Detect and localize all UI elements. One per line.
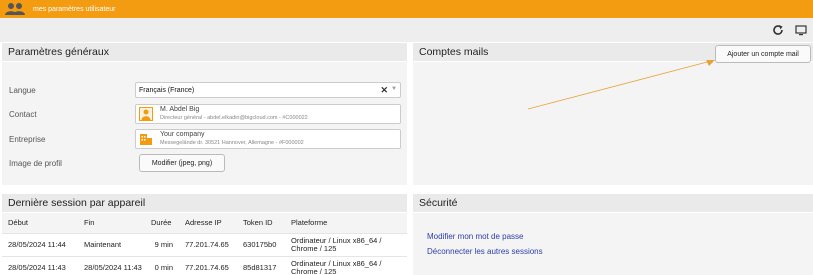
hint-arrow xyxy=(527,60,715,110)
building-icon xyxy=(139,132,153,146)
table-cell: 630175b0 xyxy=(237,232,285,256)
table-header-row: Début Fin Durée Adresse IP Token ID Plat… xyxy=(2,213,407,233)
table-cell: 77.201.74.65 xyxy=(179,255,237,275)
table-cell: 28/05/2024 11:44 xyxy=(2,232,78,256)
column-header: Adresse IP xyxy=(179,213,237,233)
sessions-title: Dernière session par appareil xyxy=(2,194,407,213)
column-header: Plateforme xyxy=(285,213,407,233)
column-header: Début xyxy=(2,213,78,233)
security-title: Sécurité xyxy=(413,194,813,213)
profile-row: Image de profil Modifier (jpeg, png) xyxy=(2,153,407,173)
table-cell: Maintenant xyxy=(78,232,145,256)
logout-other-sessions-link[interactable]: Déconnecter les autres sessions xyxy=(427,247,543,256)
table-cell: 85d81317 xyxy=(237,255,285,275)
company-label: Entreprise xyxy=(9,134,46,144)
toolbar xyxy=(0,18,813,42)
modify-profile-image-button[interactable]: Modifier (jpeg, png) xyxy=(139,154,225,172)
chevron-down-icon[interactable]: ▼ xyxy=(391,86,397,92)
column-header: Token ID xyxy=(237,213,285,233)
change-password-link[interactable]: Modifier mon mot de passe xyxy=(427,232,524,241)
column-header: Durée xyxy=(145,213,179,233)
column-header: Fin xyxy=(78,213,145,233)
company-row: Entreprise Your company Messegelände dr.… xyxy=(2,129,407,149)
table-cell: 77.201.74.65 xyxy=(179,232,237,256)
language-value: Français (France) xyxy=(139,86,195,94)
contact-detail: Directeur général - abdel.elkadiri@bigcl… xyxy=(160,115,308,121)
refresh-icon[interactable] xyxy=(770,22,786,38)
table-cell: 28/05/2024 11:43 xyxy=(78,255,145,275)
page-title: mes paramètres utilisateur xyxy=(33,5,116,13)
table-cell: Ordinateur / Linux x86_64 / Chrome / 125 xyxy=(285,255,407,275)
sessions-table: Début Fin Durée Adresse IP Token ID Plat… xyxy=(2,213,407,275)
table-row: 28/05/2024 11:43 28/05/2024 11:43 0 min … xyxy=(2,255,407,275)
table-row: 28/05/2024 11:44 Maintenant 9 min 77.201… xyxy=(2,232,407,256)
company-card[interactable]: Your company Messegelände dr. 30521 Hann… xyxy=(135,129,401,149)
contact-name: M. Abdel Big xyxy=(160,106,200,113)
company-name: Your company xyxy=(160,131,205,138)
table-cell: 0 min xyxy=(145,255,179,275)
company-detail: Messegelände dr. 30521 Hannover, Allemag… xyxy=(160,140,304,146)
clear-icon[interactable]: ✕ xyxy=(380,85,388,96)
contact-card[interactable]: M. Abdel Big Directeur général - abdel.e… xyxy=(135,104,401,124)
profile-label: Image de profil xyxy=(9,158,62,168)
language-label: Langue xyxy=(9,85,36,95)
top-bar: mes paramètres utilisateur xyxy=(0,0,813,18)
general-settings-panel: Paramètres généraux Langue Français (Fra… xyxy=(2,43,407,185)
table-cell: Ordinateur / Linux x86_64 / Chrome / 125 xyxy=(285,232,407,256)
language-select[interactable]: Français (France) ✕ ▼ xyxy=(135,82,401,98)
general-settings-title: Paramètres généraux xyxy=(2,43,407,62)
add-mail-account-button[interactable]: Ajouter un compte mail xyxy=(715,45,811,63)
sessions-panel: Dernière session par appareil Début Fin … xyxy=(2,194,407,275)
monitor-icon[interactable] xyxy=(793,22,809,38)
mail-accounts-panel: Comptes mails Ajouter un compte mail xyxy=(413,43,813,185)
language-row: Langue Français (France) ✕ ▼ xyxy=(2,80,407,100)
contact-icon xyxy=(139,107,153,121)
table-cell: 9 min xyxy=(145,232,179,256)
contact-label: Contact xyxy=(9,109,37,119)
table-cell: 28/05/2024 11:43 xyxy=(2,255,78,275)
security-panel: Sécurité Modifier mon mot de passe Décon… xyxy=(413,194,813,275)
contact-row: Contact M. Abdel Big Directeur général -… xyxy=(2,104,407,124)
users-icon xyxy=(4,2,26,16)
